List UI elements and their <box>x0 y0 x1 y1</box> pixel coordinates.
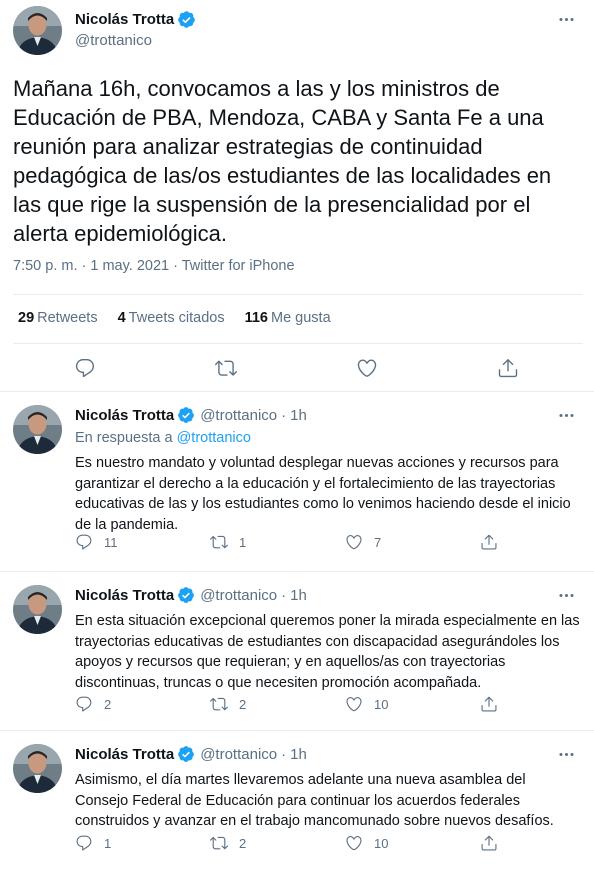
avatar[interactable] <box>13 585 62 634</box>
reply-time[interactable]: 1h <box>290 746 307 763</box>
share-icon <box>480 834 498 852</box>
share-action[interactable] <box>480 695 498 713</box>
reply-header: Nicolás Trotta @trottanico · 1h <box>75 406 307 424</box>
author-handle[interactable]: @trottanico <box>75 32 152 49</box>
separator-dot: · <box>281 586 287 604</box>
reply-time[interactable]: 1h <box>290 587 307 604</box>
author-handle[interactable]: @trottanico <box>200 746 277 763</box>
reply-action[interactable]: 11 <box>75 533 118 551</box>
like-count: 10 <box>374 696 389 712</box>
more-options-icon[interactable] <box>557 586 576 605</box>
in-reply-to-handle[interactable]: @trottanico <box>177 430 251 446</box>
in-reply-to: En respuesta a @trottanico <box>75 430 251 446</box>
reply-text: En esta situación excepcional queremos p… <box>75 613 580 691</box>
retweet-icon <box>210 533 228 551</box>
main-tweet: Nicolás Trotta @trottanico Mañana 16h, c… <box>0 0 594 392</box>
verified-badge-icon <box>177 10 196 29</box>
share-icon[interactable] <box>497 357 519 379</box>
separator-dot: · <box>281 745 287 763</box>
reply-text: Asimismo, el día martes llevaremos adela… <box>75 772 554 829</box>
author-handle[interactable]: @trottanico <box>200 407 277 424</box>
verified-badge-icon <box>177 745 195 763</box>
reply-time[interactable]: 1h <box>290 407 307 424</box>
reply-tweet[interactable]: Nicolás Trotta @trottanico · 1h Asimismo… <box>0 732 594 872</box>
reply-action[interactable]: 1 <box>75 834 111 852</box>
share-icon <box>480 533 498 551</box>
retweet-count: 1 <box>239 534 247 550</box>
reply-action[interactable]: 2 <box>75 695 111 713</box>
author-handle[interactable]: @trottanico <box>200 587 277 604</box>
like-icon <box>345 695 363 713</box>
share-action[interactable] <box>480 533 498 551</box>
separator-dot: · <box>281 406 287 424</box>
like-action[interactable]: 10 <box>345 695 388 713</box>
reply-count: 11 <box>104 534 118 550</box>
retweet-action[interactable]: 1 <box>210 533 246 551</box>
more-options-icon[interactable] <box>557 745 576 764</box>
reply-icon <box>75 834 93 852</box>
avatar[interactable] <box>13 6 62 55</box>
author-name[interactable]: Nicolás Trotta <box>75 11 174 28</box>
more-options-icon[interactable] <box>557 10 576 29</box>
reply-header: Nicolás Trotta @trottanico · 1h <box>75 586 307 604</box>
reply-count: 1 <box>104 835 112 851</box>
likes-stat[interactable]: 116 Me gusta <box>245 310 331 326</box>
reply-icon[interactable] <box>74 357 96 379</box>
tweet-text: Mañana 16h, convocamos a las y los minis… <box>13 76 552 246</box>
retweets-stat[interactable]: 29 Retweets <box>18 310 98 326</box>
quote-tweets-label: Tweets citados <box>128 310 225 326</box>
retweet-icon[interactable] <box>215 357 237 379</box>
avatar[interactable] <box>13 744 62 793</box>
in-reply-to-label: En respuesta a <box>75 430 173 446</box>
reply-text: Es nuestro mandato y voluntad desplegar … <box>75 455 571 533</box>
reply-tweet[interactable]: Nicolás Trotta @trottanico · 1h En esta … <box>0 573 594 731</box>
retweet-count: 2 <box>239 696 247 712</box>
retweet-icon <box>210 834 228 852</box>
like-action[interactable]: 7 <box>345 533 381 551</box>
share-action[interactable] <box>480 834 498 852</box>
quote-tweets-stat[interactable]: 4 Tweets citados <box>118 310 225 326</box>
author-name[interactable]: Nicolás Trotta <box>75 407 174 424</box>
avatar[interactable] <box>13 405 62 454</box>
like-icon <box>345 533 363 551</box>
retweet-count: 2 <box>239 835 247 851</box>
divider <box>13 294 583 295</box>
author-name[interactable]: Nicolás Trotta <box>75 746 174 763</box>
like-count: 10 <box>374 835 389 851</box>
retweet-action[interactable]: 2 <box>210 834 246 852</box>
share-icon <box>480 695 498 713</box>
retweets-count: 29 <box>18 310 35 326</box>
divider <box>13 343 583 344</box>
like-action[interactable]: 10 <box>345 834 388 852</box>
tweet-stats: 29 Retweets 4 Tweets citados 116 Me gusta <box>18 310 351 326</box>
likes-count: 116 <box>244 310 268 326</box>
author-name[interactable]: Nicolás Trotta <box>75 587 174 604</box>
reply-icon <box>75 533 93 551</box>
tweet-meta[interactable]: 7:50 p. m. · 1 may. 2021 · Twitter for i… <box>13 258 295 274</box>
verified-badge-icon <box>177 586 195 604</box>
like-icon[interactable] <box>356 357 378 379</box>
reply-header: Nicolás Trotta @trottanico · 1h <box>75 745 307 763</box>
reply-tweet[interactable]: Nicolás Trotta @trottanico · 1h En respu… <box>0 393 594 572</box>
retweets-label: Retweets <box>37 310 98 326</box>
reply-count: 2 <box>104 696 112 712</box>
reply-icon <box>75 695 93 713</box>
retweet-action[interactable]: 2 <box>210 695 246 713</box>
like-count: 7 <box>374 534 382 550</box>
author-name-row[interactable]: Nicolás Trotta <box>75 10 196 29</box>
retweet-icon <box>210 695 228 713</box>
verified-badge-icon <box>177 406 195 424</box>
like-icon <box>345 834 363 852</box>
quote-tweets-count: 4 <box>117 310 126 326</box>
likes-label: Me gusta <box>271 310 331 326</box>
more-options-icon[interactable] <box>557 406 576 425</box>
